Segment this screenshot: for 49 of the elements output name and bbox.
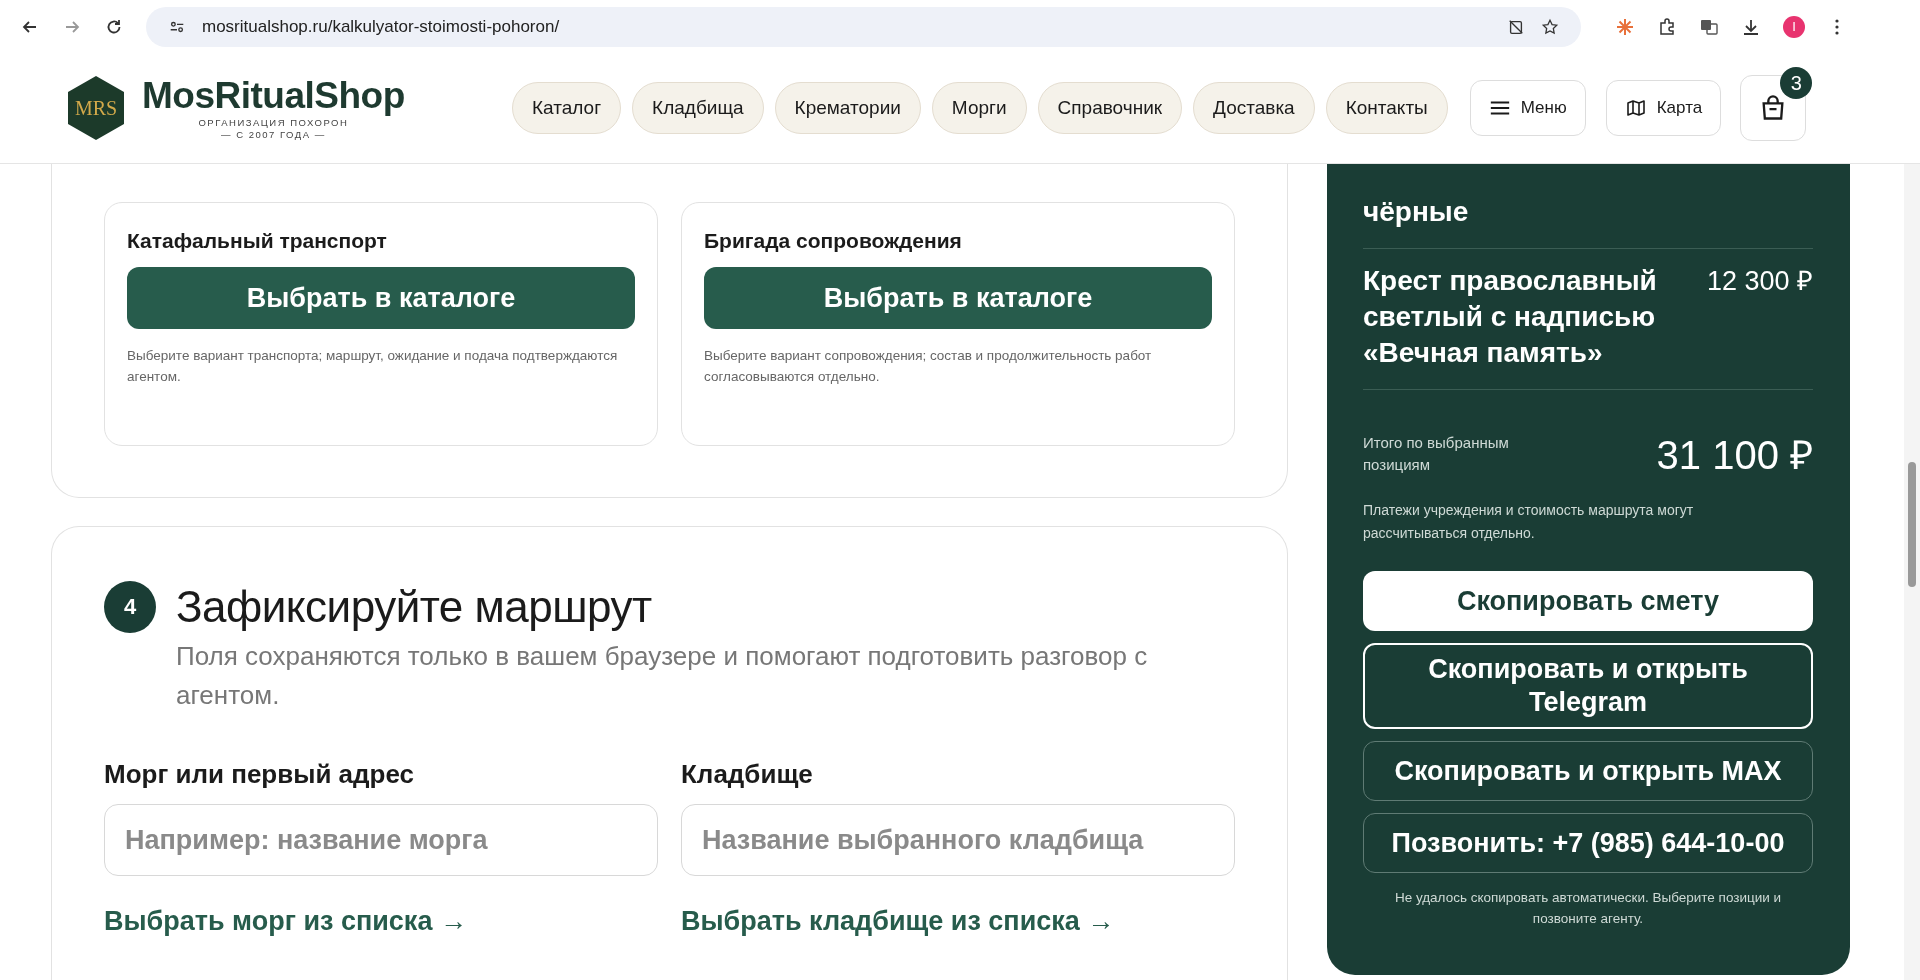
status-message: Не удалось скопировать автоматически. Выберите позиции и позвоните агенту. bbox=[1393, 889, 1783, 928]
nav-link[interactable]: Крематории bbox=[774, 82, 921, 134]
field-label: Морг или первый адрес bbox=[104, 759, 416, 790]
map-button[interactable]: Карта bbox=[1605, 80, 1722, 136]
total-label: Итого по выбранным позициям bbox=[1363, 432, 1510, 475]
catalog-button[interactable]: Выбрать в каталоге bbox=[704, 267, 1212, 329]
service-title: Катафальный транспорт bbox=[127, 229, 388, 253]
nav-link[interactable]: Справочник bbox=[1037, 82, 1183, 134]
action-button[interactable]: Позвонить: +7 (985) 644-10-00 bbox=[1363, 813, 1813, 873]
action-button[interactable]: Скопировать смету bbox=[1363, 571, 1813, 631]
brand-tagline: ОРГАНИЗАЦИЯ ПОХОРОН bbox=[198, 117, 349, 129]
item-name: чёрные bbox=[1363, 195, 1469, 229]
step-number: 4 bbox=[104, 581, 156, 633]
map-icon bbox=[1624, 98, 1647, 118]
list-link[interactable]: Выбрать кладбище из списка → bbox=[681, 906, 1235, 937]
nav-link[interactable]: Морги bbox=[931, 82, 1027, 134]
star-icon[interactable] bbox=[1541, 17, 1559, 36]
service-note: Выберите вариант транспорта; маршрут, ожидание и подача подтверждаются агентом. bbox=[127, 347, 619, 386]
item-name: Крест православный светлый с надписью «Вечная память» bbox=[1363, 264, 1658, 370]
input-field[interactable]: Например: название морга bbox=[104, 804, 658, 876]
item-price: 12 300 ₽ bbox=[1706, 265, 1813, 298]
cart-button[interactable] bbox=[1740, 75, 1807, 141]
nav-link[interactable]: Кладбища bbox=[632, 82, 764, 134]
logo-emblem[interactable]: MRS bbox=[68, 76, 124, 140]
profile-avatar[interactable]: I bbox=[1783, 15, 1805, 38]
url-text: mosritualshop.ru/kalkulyator-stoimosti-pohoron/ bbox=[202, 16, 560, 37]
service-note: Выберите вариант сопровождения; состав и продолжительность работ согласовываются отдельно. bbox=[704, 347, 1153, 386]
cart-count-badge: 3 bbox=[1780, 67, 1813, 99]
nav-link[interactable]: Доставка bbox=[1193, 82, 1315, 134]
estimate-note: Платежи учреждения и стоимость маршрута могут рассчитываться отдельно. bbox=[1363, 501, 1695, 543]
nav-link[interactable]: Каталог bbox=[512, 82, 622, 134]
service-title: Бригада сопровождения bbox=[704, 229, 963, 253]
menu-button[interactable]: Меню bbox=[1469, 80, 1586, 136]
sparkle-icon[interactable] bbox=[1615, 16, 1635, 37]
input-field[interactable]: Название выбранного кладбища bbox=[681, 804, 1235, 876]
nav-link[interactable]: Контакты bbox=[1325, 82, 1448, 134]
list-link[interactable]: Выбрать морг из списка → bbox=[104, 906, 658, 937]
brand-since: — С 2007 ГОДА — bbox=[221, 129, 326, 141]
puzzle-icon[interactable] bbox=[1657, 16, 1677, 37]
field-label: Кладбище bbox=[681, 759, 814, 790]
brand-name[interactable]: MosRitualShop bbox=[142, 75, 405, 117]
action-button[interactable]: Скопировать и открыть MAX bbox=[1363, 741, 1813, 801]
section-subtitle: Поля сохраняются только в вашем браузере и помогают подготовить разговор с агентом. bbox=[176, 640, 1149, 712]
action-button[interactable]: Скопировать и открыть Telegram bbox=[1363, 643, 1813, 729]
total-amount: 31 100 ₽ bbox=[1656, 432, 1813, 479]
address-bar[interactable]: mosritualshop.ru/kalkulyator-stoimosti-pohoron/ bbox=[146, 6, 1581, 47]
catalog-button[interactable]: Выбрать в каталоге bbox=[127, 267, 635, 329]
section-title: Зафиксируйте маршрут bbox=[176, 581, 653, 633]
scrollbar-thumb[interactable] bbox=[1908, 462, 1916, 587]
